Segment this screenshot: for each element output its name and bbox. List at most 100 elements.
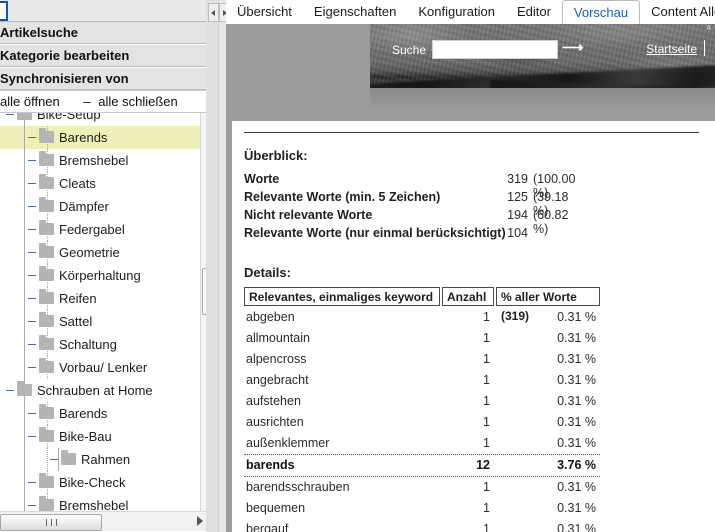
tree-expander-icon[interactable] (28, 321, 36, 322)
tree-expander-icon[interactable] (28, 275, 36, 276)
accordion-header-kategorie-bearbeiten[interactable]: Kategorie bearbeiten (0, 45, 218, 67)
tree-item[interactable]: Reifen (0, 287, 200, 310)
tree-horizontal-scrollbar[interactable] (0, 511, 206, 531)
document-icon[interactable] (0, 1, 8, 21)
tree-item[interactable]: Geometrie (0, 241, 200, 264)
tab-eigenschaften[interactable]: Eigenschaften (303, 0, 407, 23)
tree-expander-icon[interactable] (28, 413, 36, 414)
overview-row-count: 104 (507, 226, 528, 240)
table-row[interactable]: bequemen 1 0.31 % (244, 498, 600, 519)
tree-guide-line (24, 287, 25, 310)
accordion-header-label: Artikelsuche (0, 25, 79, 40)
tree-item[interactable]: Cleats (0, 172, 200, 195)
tab-bersicht[interactable]: Übersicht (226, 0, 303, 23)
tree-expander-icon[interactable] (28, 160, 36, 161)
tree-guide-line (24, 310, 25, 333)
tree-item[interactable]: Barends (0, 126, 200, 149)
arrow-right-icon[interactable]: ⟶ (562, 40, 584, 55)
expand-all-link[interactable]: alle öffnen (0, 91, 60, 112)
column-header-percent[interactable]: % aller Worte (319) (496, 287, 600, 323)
table-row[interactable]: barendsschrauben 1 0.31 % (244, 477, 600, 498)
tree-item[interactable]: Bremshebel (0, 149, 200, 172)
tree-horizontal-scroll-thumb[interactable] (0, 514, 102, 531)
tree-item-label: Bike-Bau (59, 429, 112, 444)
tree-item[interactable]: Dämpfer (0, 195, 200, 218)
tree-expander-icon[interactable] (50, 459, 58, 460)
percent-cell: 0.31 % (557, 331, 596, 345)
tree-item[interactable]: Rahmen (0, 448, 200, 471)
tree-item[interactable]: Schaltung (0, 333, 200, 356)
tree-item[interactable]: Schrauben at Home (0, 379, 200, 402)
panel-splitter-handle[interactable] (208, 3, 230, 22)
folder-icon (39, 243, 54, 258)
table-row[interactable]: alpencross 1 0.31 % (244, 349, 600, 370)
table-row[interactable]: angebracht 1 0.31 % (244, 370, 600, 391)
folder-icon (39, 427, 54, 442)
folder-icon (39, 128, 54, 143)
chevron-left-icon[interactable] (208, 3, 219, 22)
keyword-cell: ausrichten (246, 415, 304, 429)
tree-item[interactable]: Vorbau/ Lenker (0, 356, 200, 379)
banner-corner-mark: A (706, 25, 711, 32)
tree-item[interactable]: Bremshebel (0, 494, 200, 511)
tree-item[interactable]: Körperhaltung (0, 264, 200, 287)
tree-item[interactable]: Sattel (0, 310, 200, 333)
table-row[interactable]: ausrichten 1 0.31 % (244, 412, 600, 433)
accordion-header-label: Synchronisieren von (0, 71, 129, 86)
percent-cell: 3.76 % (557, 458, 596, 472)
tree-item-label: Geometrie (59, 245, 120, 260)
tree-item-label: Schrauben at Home (37, 383, 153, 398)
tree-item[interactable]: Bike-Check (0, 471, 200, 494)
collapse-all-link[interactable]: alle schließen (94, 91, 178, 112)
tree-expander-icon[interactable] (28, 344, 36, 345)
tree-guide-line (58, 448, 59, 471)
tree-item-label: Bremshebel (59, 498, 129, 511)
table-row[interactable]: aufstehen 1 0.31 % (244, 391, 600, 412)
tree-expander-icon[interactable] (28, 482, 36, 483)
tree-expander-icon[interactable] (28, 137, 36, 138)
tree-guide-line (24, 425, 25, 448)
tab-konfiguration[interactable]: Konfiguration (407, 0, 506, 23)
tree-item[interactable]: Federgabel (0, 218, 200, 241)
tree-expander-icon[interactable] (28, 367, 36, 368)
accordion-header-synchronisieren-von[interactable]: Synchronisieren von (0, 68, 218, 90)
column-header-keyword[interactable]: Relevantes, einmaliges keyword (244, 287, 440, 306)
tree-item-label: Dämpfer (59, 199, 109, 214)
tree-item-label: Vorbau/ Lenker (59, 360, 148, 375)
category-tree[interactable]: Bike-Setup Barends Bremshebel Cleats Dämpfer… (0, 113, 201, 511)
home-link[interactable]: Startseite (646, 42, 697, 56)
tab-content-allo[interactable]: Content Allo (640, 0, 715, 23)
table-row[interactable]: abgeben 1 0.31 % (244, 307, 600, 328)
preview-page-background: Suche ⟶ Startseite A Überblick: Worte 319… (226, 24, 715, 532)
tree-expander-icon[interactable] (28, 229, 36, 230)
scroll-right-icon[interactable] (197, 516, 203, 526)
folder-icon (39, 197, 54, 212)
tree-item[interactable]: Bike-Bau (0, 425, 200, 448)
percent-cell: 0.31 % (557, 415, 596, 429)
tree-expander-icon[interactable] (6, 114, 14, 115)
tree-item[interactable]: Bike-Setup (0, 113, 200, 126)
overview-row-label: Nicht relevante Worte (244, 208, 373, 222)
tree-item[interactable]: Barends (0, 402, 200, 425)
search-input[interactable] (432, 40, 558, 59)
tree-expander-icon[interactable] (28, 206, 36, 207)
tree-expander-icon[interactable] (6, 390, 14, 391)
folder-icon (39, 358, 54, 373)
tree-expander-icon[interactable] (28, 436, 36, 437)
tab-editor[interactable]: Editor (506, 0, 562, 23)
table-row[interactable]: außenklemmer 1 0.31 % (244, 433, 600, 454)
column-header-anzahl[interactable]: Anzahl (442, 287, 494, 306)
tree-expander-icon[interactable] (28, 505, 36, 506)
tree-expander-icon[interactable] (28, 183, 36, 184)
overview-row: Relevante Worte (min. 5 Zeichen) 125 (39.1… (244, 190, 568, 218)
banner-lower-area (370, 88, 715, 110)
table-row[interactable]: bergauf 1 0.31 % (244, 519, 600, 532)
tree-guide-line (24, 264, 25, 287)
keyword-cell: allmountain (246, 331, 310, 345)
table-row[interactable]: allmountain 1 0.31 % (244, 328, 600, 349)
tree-expander-icon[interactable] (28, 252, 36, 253)
table-row[interactable]: barends 12 3.76 % (244, 454, 600, 477)
accordion-header-artikelsuche[interactable]: Artikelsuche (0, 22, 218, 44)
tree-expander-icon[interactable] (28, 298, 36, 299)
tab-vorschau[interactable]: Vorschau (561, 0, 641, 24)
